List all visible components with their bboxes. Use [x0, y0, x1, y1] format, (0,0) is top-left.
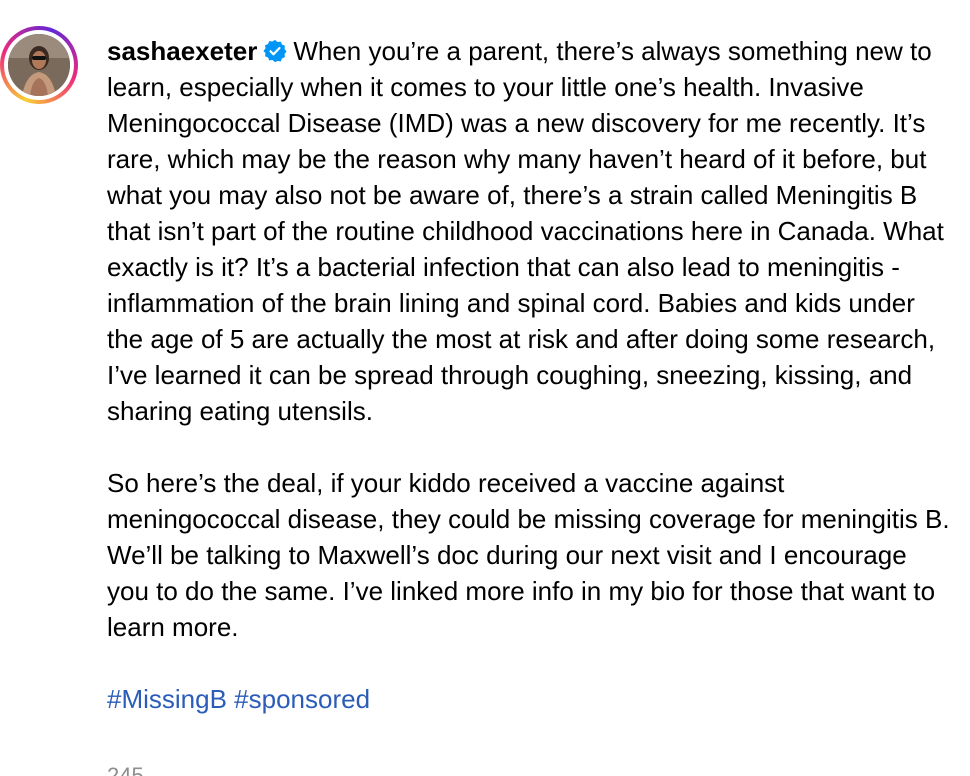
caption-paragraph-2: So here’s the deal, if your kiddo receiv… — [107, 468, 950, 642]
verified-badge-icon — [263, 39, 287, 63]
avatar[interactable] — [8, 34, 70, 96]
instagram-caption: sashaexeter When you’re a parent, there’s… — [0, 0, 970, 776]
caption-text: sashaexeter When you’re a parent, there’s… — [107, 33, 952, 717]
hashtag-missingb[interactable]: #MissingB — [107, 684, 227, 714]
caption-body-1: new to learn, especially when it comes t… — [107, 36, 944, 426]
username-link[interactable]: sashaexeter — [107, 36, 257, 66]
avatar-photo — [8, 34, 70, 96]
story-ring[interactable] — [0, 26, 78, 104]
hashtag-sponsored[interactable]: #sponsored — [234, 684, 370, 714]
footer-count-partial: 245 — [107, 764, 144, 776]
caption-first-line: When you’re a parent, there’s always som… — [293, 36, 848, 66]
caption-paragraph-1: sashaexeter When you’re a parent, there’s… — [107, 33, 952, 429]
hashtag-row: #MissingB #sponsored — [107, 681, 952, 717]
